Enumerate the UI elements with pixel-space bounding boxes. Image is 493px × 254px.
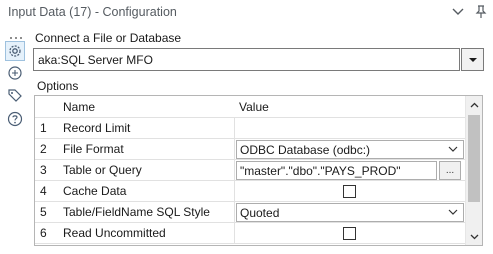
gear-icon[interactable] (5, 41, 25, 61)
annotation-icon[interactable] (5, 63, 25, 83)
connection-input[interactable] (33, 48, 460, 71)
pin-icon[interactable] (472, 3, 490, 21)
table-row: 3 Table or Query ... (35, 160, 465, 181)
file-format-value: ODBC Database (odbc:) (240, 143, 371, 157)
chevron-down-icon (448, 209, 458, 215)
record-limit-value[interactable] (235, 118, 465, 138)
file-format-dropdown[interactable]: ODBC Database (odbc:) (236, 140, 464, 159)
header-value: Value (239, 99, 269, 114)
help-icon[interactable] (5, 109, 25, 129)
table-row: 2 File Format ODBC Database (odbc:) (35, 139, 465, 160)
row-number: 4 (40, 184, 47, 198)
row-name: Table/FieldName SQL Style (59, 202, 235, 222)
dropdown-arrow-icon (468, 57, 477, 62)
collapse-chevron-icon[interactable] (449, 3, 467, 21)
header-number-cell (35, 96, 59, 117)
table-row: 6 Read Uncommitted (35, 223, 465, 244)
row-name: Table or Query (59, 160, 235, 180)
row-name: Cache Data (59, 181, 235, 201)
row-name: Record Limit (59, 118, 235, 138)
browse-query-button[interactable]: ... (439, 161, 461, 180)
tag-icon[interactable] (5, 85, 25, 105)
row-name: Read Uncommitted (59, 223, 235, 243)
row-number: 2 (40, 142, 47, 156)
window-titlebar: Input Data (17) - Configuration (0, 0, 493, 25)
options-grid: Name Value 1 Record Limit 2 File Format … (34, 95, 483, 246)
row-number: 3 (40, 163, 47, 177)
cache-data-checkbox[interactable] (343, 185, 356, 198)
options-scrollbar[interactable] (465, 96, 482, 245)
scroll-up-icon[interactable] (466, 96, 482, 113)
left-rail (0, 25, 31, 254)
chevron-down-icon (448, 146, 458, 152)
row-number: 6 (40, 226, 47, 240)
drag-handle-icon[interactable] (9, 29, 23, 39)
window-title: Input Data (17) - Configuration (8, 5, 177, 19)
sql-style-value: Quoted (240, 206, 280, 220)
sql-style-dropdown[interactable]: Quoted (236, 203, 464, 222)
grid-header: Name Value (35, 96, 465, 118)
table-query-input[interactable] (236, 161, 437, 180)
read-uncommitted-checkbox[interactable] (343, 227, 356, 240)
connection-dropdown-button[interactable] (461, 48, 484, 71)
table-row: 5 Table/FieldName SQL Style Quoted (35, 202, 465, 223)
row-number: 1 (40, 121, 47, 135)
row-number: 5 (40, 205, 47, 219)
connect-label: Connect a File or Database (35, 31, 182, 45)
row-name: File Format (59, 139, 235, 159)
table-row: 1 Record Limit (35, 118, 465, 139)
header-name: Name (63, 99, 96, 114)
scrollbar-thumb[interactable] (468, 115, 480, 202)
table-row: 4 Cache Data (35, 181, 465, 202)
options-label: Options (37, 79, 79, 93)
scroll-down-icon[interactable] (466, 228, 482, 245)
